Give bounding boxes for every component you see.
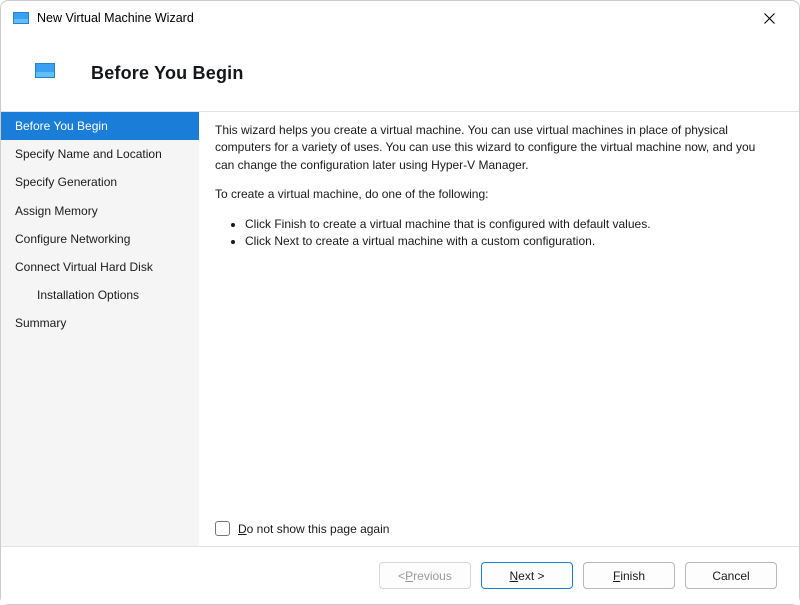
bullet-0: Click Finish to create a virtual machine… bbox=[245, 216, 777, 233]
page-title: Before You Begin bbox=[91, 63, 244, 84]
nav-step-5[interactable]: Connect Virtual Hard Disk bbox=[1, 253, 199, 281]
content-pane: This wizard helps you create a virtual m… bbox=[199, 111, 799, 546]
nav-step-7[interactable]: Summary bbox=[1, 309, 199, 337]
close-button[interactable] bbox=[749, 4, 789, 32]
nav-step-0[interactable]: Before You Begin bbox=[1, 112, 199, 140]
wizard-icon bbox=[35, 63, 55, 78]
window-title: New Virtual Machine Wizard bbox=[37, 11, 194, 25]
do-not-show-label: Do not show this page again bbox=[238, 522, 389, 536]
next-button[interactable]: Next > bbox=[481, 562, 573, 589]
previous-button: < Previous bbox=[379, 562, 471, 589]
bullet-1: Click Next to create a virtual machine w… bbox=[245, 233, 777, 250]
do-not-show-checkbox[interactable] bbox=[215, 521, 230, 536]
finish-button[interactable]: Finish bbox=[583, 562, 675, 589]
nav-step-4[interactable]: Configure Networking bbox=[1, 225, 199, 253]
app-icon bbox=[13, 12, 29, 24]
nav-step-1[interactable]: Specify Name and Location bbox=[1, 140, 199, 168]
titlebar: New Virtual Machine Wizard bbox=[1, 1, 799, 35]
do-not-show-row[interactable]: Do not show this page again bbox=[215, 521, 389, 536]
nav-step-3[interactable]: Assign Memory bbox=[1, 197, 199, 225]
close-icon bbox=[764, 13, 775, 24]
nav-step-6[interactable]: Installation Options bbox=[1, 281, 199, 309]
wizard-steps-nav: Before You BeginSpecify Name and Locatio… bbox=[1, 111, 199, 546]
intro-paragraph: This wizard helps you create a virtual m… bbox=[215, 122, 777, 174]
cancel-button[interactable]: Cancel bbox=[685, 562, 777, 589]
nav-step-2[interactable]: Specify Generation bbox=[1, 168, 199, 196]
banner: Before You Begin bbox=[1, 35, 799, 111]
body: Before You BeginSpecify Name and Locatio… bbox=[1, 111, 799, 546]
bullet-list: Click Finish to create a virtual machine… bbox=[215, 216, 777, 251]
instruction-paragraph: To create a virtual machine, do one of t… bbox=[215, 186, 777, 203]
footer: < Previous Next > Finish Cancel bbox=[1, 546, 799, 604]
